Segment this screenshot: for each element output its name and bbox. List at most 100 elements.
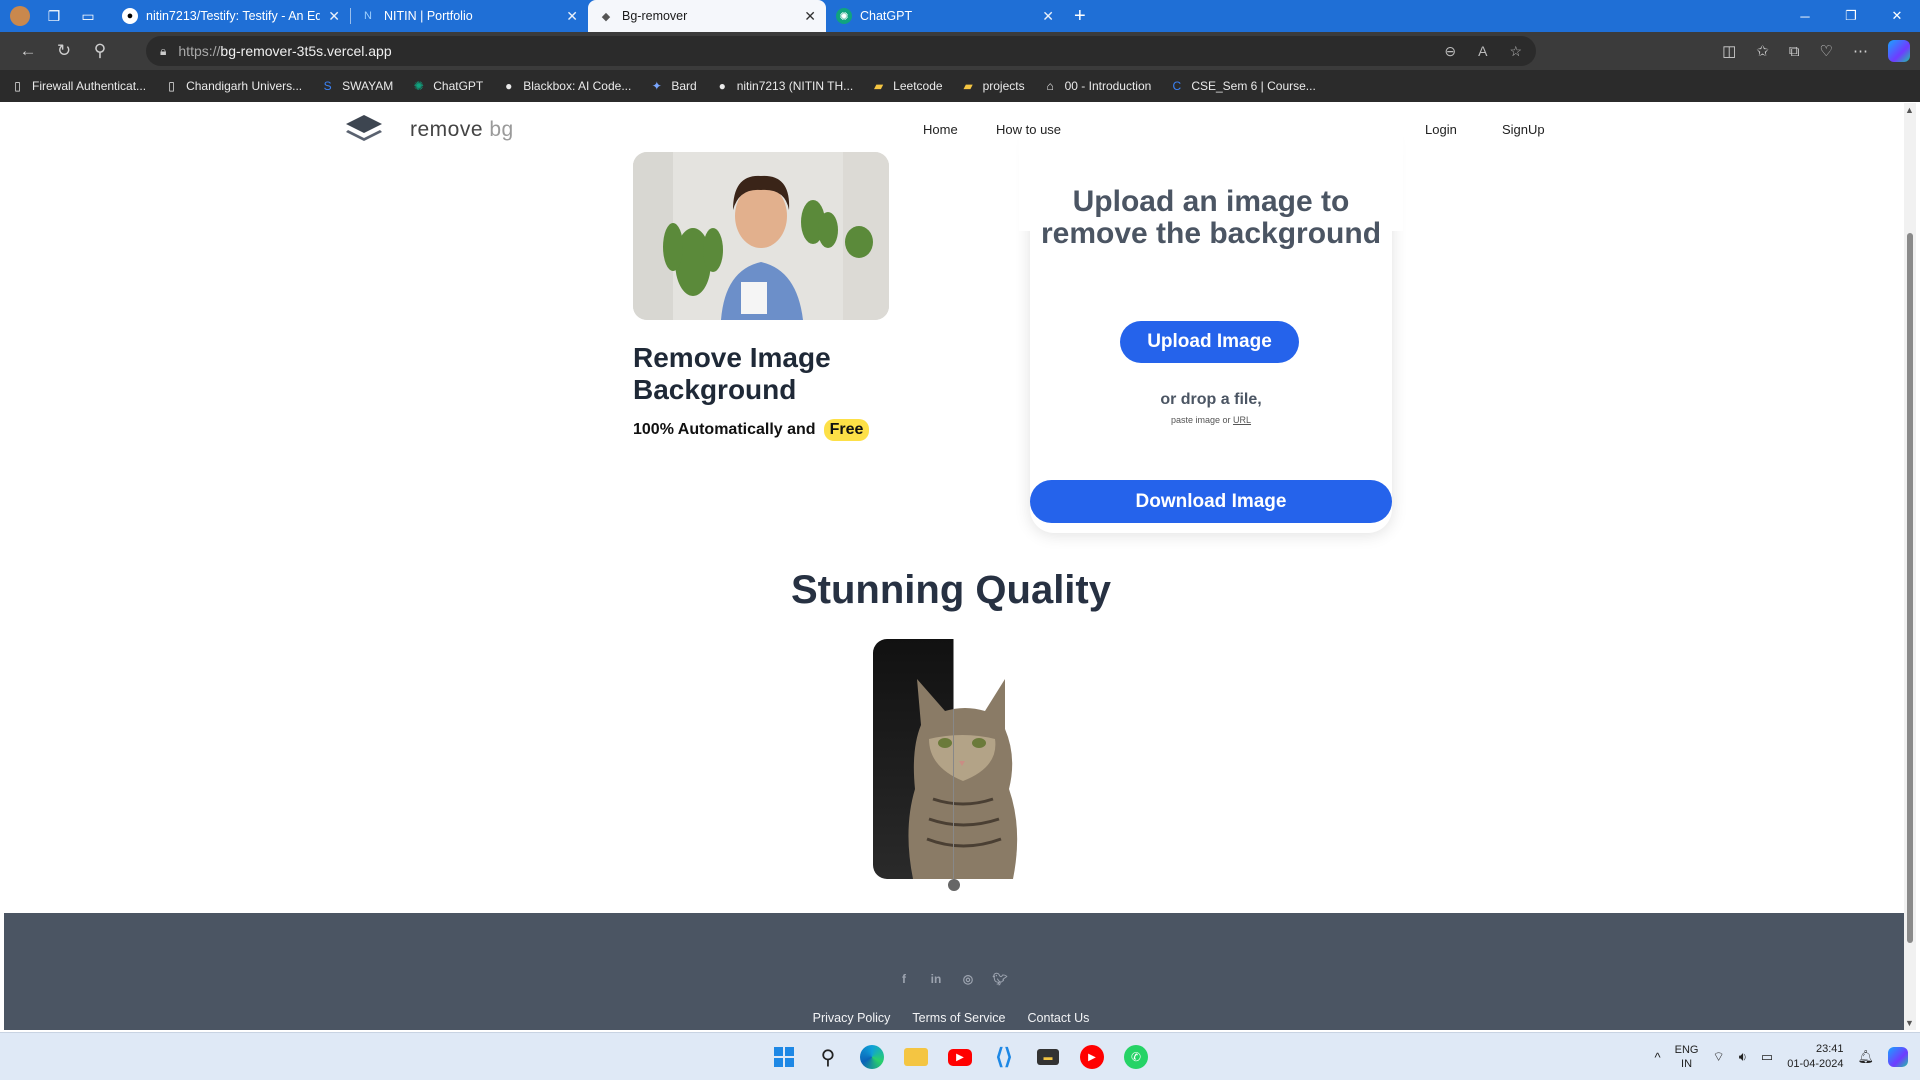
layers-icon: ◆ [601, 10, 611, 23]
chatgpt-icon: ✺ [836, 8, 852, 24]
battery-icon[interactable]: ▭ [1761, 1049, 1773, 1065]
windows-taskbar: ⚲ ▶ ⟨⟩ ▬ ▶ ✆ ^ ENG IN ⌔ 🔉︎ ▭ 23:41 01-04-2… [0, 1032, 1920, 1080]
nav-login[interactable]: Login [1425, 122, 1457, 137]
bookmark-introduction[interactable]: ⌂ 00 - Introduction [1043, 79, 1151, 94]
tab-portfolio[interactable]: N NITIN | Portfolio ✕ [350, 0, 588, 32]
bookmark-github[interactable]: ● nitin7213 (NITIN TH... [715, 79, 854, 94]
close-icon[interactable]: ✕ [328, 8, 340, 25]
bookmark-leetcode[interactable]: ▰ Leetcode [871, 79, 943, 94]
terms-of-service-link[interactable]: Terms of Service [912, 1011, 1005, 1025]
favorite-star-icon[interactable]: ☆ [1509, 43, 1522, 60]
folder-icon: ▰ [874, 79, 884, 93]
scroll-thumb[interactable] [1907, 233, 1913, 943]
vscode-icon[interactable]: ⟨⟩ [988, 1041, 1020, 1073]
youtube-icon[interactable]: ▶ [944, 1041, 976, 1073]
privacy-policy-link[interactable]: Privacy Policy [813, 1011, 891, 1025]
bard-icon: ✦ [651, 79, 662, 93]
bookmark-chandigarh[interactable]: ▯ Chandigarh Univers... [164, 79, 302, 94]
close-icon[interactable]: ✕ [1042, 8, 1054, 25]
bookmark-blackbox[interactable]: ● Blackbox: AI Code... [501, 79, 631, 94]
tab-bg-remover[interactable]: ◆ Bg-remover ✕ [588, 0, 826, 32]
nav-how-to-use[interactable]: How to use [996, 122, 1061, 137]
search-icon[interactable]: ⚲ [82, 35, 118, 67]
split-screen-icon[interactable]: ◫ [1722, 42, 1736, 60]
swayam-icon: S [323, 79, 332, 93]
instagram-icon[interactable]: ◎ [961, 971, 976, 986]
window-controls: ─ ❐ ✕ [1782, 0, 1920, 32]
download-image-button[interactable]: Download Image [1030, 480, 1392, 523]
before-after-comparison[interactable] [873, 639, 1034, 879]
system-tray: ^ ENG IN ⌔ 🔉︎ ▭ 23:41 01-04-2024 🔔︎ [1655, 1033, 1920, 1080]
stunning-quality-heading: Stunning Quality [791, 568, 1111, 612]
terminal-icon[interactable]: ▬ [1032, 1041, 1064, 1073]
bookmark-cse-sem6[interactable]: C CSE_Sem 6 | Course... [1169, 79, 1315, 94]
free-badge: Free [823, 419, 870, 441]
back-icon[interactable]: ← [10, 35, 46, 67]
read-aloud-icon[interactable]: A [1478, 43, 1487, 59]
close-icon[interactable]: ✕ [566, 8, 578, 25]
hero-subtitle: 100% Automatically and Free [633, 419, 870, 441]
address-bar[interactable]: 🔒︎ https://bg-remover-3t5s.vercel.app ⊖ … [146, 36, 1536, 66]
bookmark-firewall[interactable]: ▯ Firewall Authenticat... [10, 79, 146, 94]
clock[interactable]: 23:41 01-04-2024 [1787, 1042, 1843, 1072]
profile-avatar[interactable] [6, 2, 34, 30]
url-link[interactable]: URL [1233, 415, 1251, 425]
tab-testify[interactable]: ● nitin7213/Testify: Testify - An Edu ✕ [112, 0, 350, 32]
whatsapp-icon[interactable]: ✆ [1120, 1041, 1152, 1073]
comparison-slider-handle[interactable] [948, 879, 960, 891]
workspaces-icon[interactable]: ❐ [40, 2, 68, 30]
start-icon[interactable] [768, 1041, 800, 1073]
page-scrollbar[interactable]: ▲ ▼ [1904, 103, 1916, 1030]
close-icon[interactable]: ✕ [804, 8, 816, 25]
volume-icon[interactable]: 🔉︎ [1739, 1049, 1747, 1065]
search-icon[interactable]: ⚲ [812, 1041, 844, 1073]
notifications-icon[interactable]: 🔔︎ [1857, 1049, 1874, 1065]
logo-text: remove bg [410, 118, 514, 141]
copilot-taskbar-icon[interactable] [1888, 1047, 1908, 1067]
lock-icon[interactable]: 🔒︎ [160, 44, 166, 59]
taskbar-apps: ⚲ ▶ ⟨⟩ ▬ ▶ ✆ [768, 1041, 1152, 1073]
edge-icon[interactable] [856, 1041, 888, 1073]
scroll-down-icon[interactable]: ▼ [1905, 1018, 1914, 1028]
minimize-icon[interactable]: ─ [1782, 0, 1828, 32]
nav-home[interactable]: Home [923, 122, 958, 137]
site-logo[interactable]: remove bg [344, 113, 514, 147]
bookmark-swayam[interactable]: S SWAYAM [320, 79, 394, 94]
bookmark-bard[interactable]: ✦ Bard [649, 79, 697, 94]
tab-actions-icon[interactable]: ▭ [74, 2, 102, 30]
close-window-icon[interactable]: ✕ [1874, 0, 1920, 32]
upload-image-button[interactable]: Upload Image [1120, 321, 1299, 363]
wifi-icon[interactable]: ⌔ [1712, 1049, 1724, 1065]
scroll-up-icon[interactable]: ▲ [1905, 105, 1914, 115]
page-icon: ▯ [14, 79, 21, 93]
favorites-icon[interactable]: ✩ [1756, 42, 1769, 60]
contact-us-link[interactable]: Contact Us [1028, 1011, 1090, 1025]
zoom-icon[interactable]: ⊖ [1444, 43, 1456, 60]
twitter-icon[interactable]: 🐦︎ [992, 971, 1007, 986]
new-tab-icon[interactable]: + [1074, 5, 1086, 28]
restore-icon[interactable]: ❐ [1828, 0, 1874, 32]
hero-title: Remove Image Background [633, 342, 831, 405]
page-icon: ▯ [168, 79, 175, 93]
language-indicator[interactable]: ENG IN [1675, 1043, 1699, 1071]
social-links: f in ◎ 🐦︎ [4, 971, 1904, 986]
more-menu-icon[interactable]: ⋯ [1853, 42, 1868, 60]
facebook-icon[interactable]: f [897, 971, 912, 986]
refresh-icon[interactable]: ↻ [46, 35, 82, 67]
blackbox-icon: ● [505, 79, 513, 93]
youtube-music-icon[interactable]: ▶ [1076, 1041, 1108, 1073]
collections-icon[interactable]: ⧉ [1789, 43, 1800, 60]
show-hidden-icons-icon[interactable]: ^ [1655, 1050, 1661, 1065]
file-explorer-icon[interactable] [900, 1041, 932, 1073]
linkedin-icon[interactable]: in [929, 971, 944, 986]
portfolio-icon: N [364, 10, 372, 22]
comparison-divider [953, 639, 954, 879]
nav-signup[interactable]: SignUp [1502, 122, 1545, 137]
drop-file-text: or drop a file, [1160, 391, 1262, 408]
github-icon: ● [122, 8, 138, 24]
bookmark-projects[interactable]: ▰ projects [961, 79, 1024, 94]
bookmark-chatgpt[interactable]: ✺ ChatGPT [411, 79, 484, 94]
browser-essentials-icon[interactable]: ♡ [1820, 42, 1833, 60]
tab-chatgpt[interactable]: ✺ ChatGPT ✕ [826, 0, 1064, 32]
copilot-icon[interactable] [1888, 40, 1910, 62]
